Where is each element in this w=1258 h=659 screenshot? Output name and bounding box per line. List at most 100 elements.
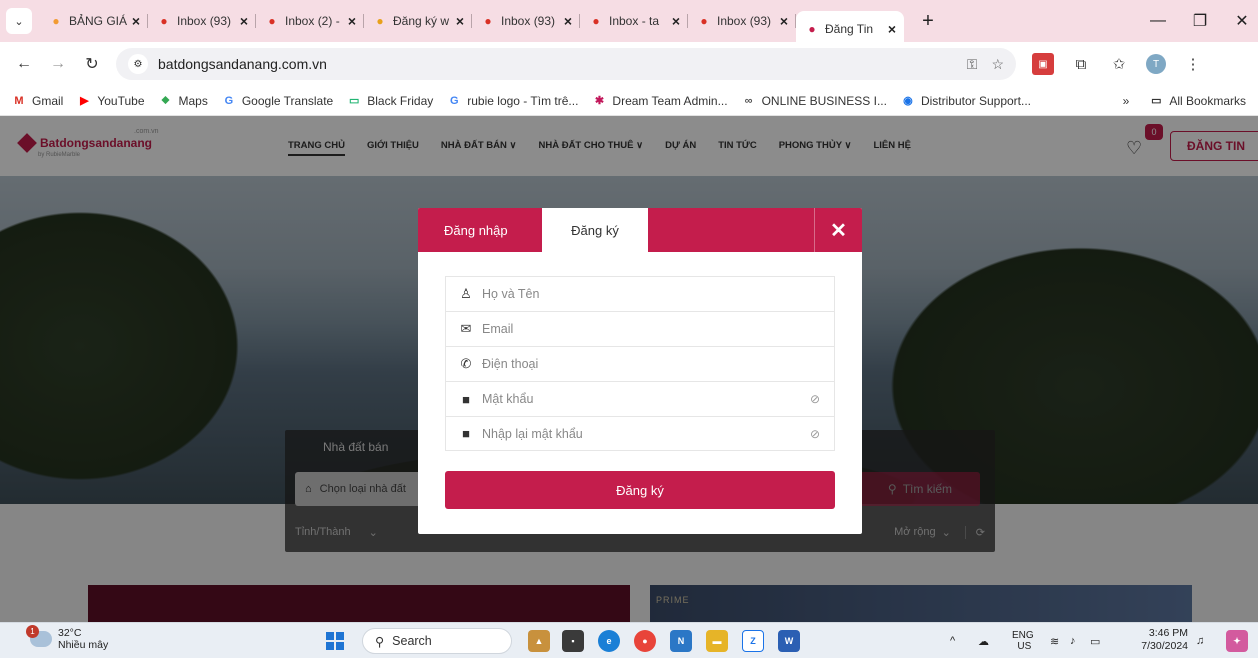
bookmark-item[interactable]: ✱ Dream Team Admin...	[592, 93, 728, 108]
close-tab-icon[interactable]: ×	[240, 13, 248, 29]
start-button[interactable]	[326, 632, 344, 650]
game-app-icon[interactable]: ▲	[528, 630, 550, 652]
close-modal-button[interactable]: ✕	[814, 208, 862, 252]
pin-icon: ●	[376, 14, 384, 28]
restore-button[interactable]: ❐	[1180, 0, 1220, 42]
url-text[interactable]: batdongsandanang.com.vn	[158, 56, 953, 72]
tab-register[interactable]: Đăng ký	[542, 208, 648, 252]
browser-tab[interactable]: ● Inbox (93) ×	[688, 5, 796, 37]
eye-slash-icon[interactable]: ⊘	[810, 427, 820, 441]
bookmark-item[interactable]: ▶ YouTube	[77, 94, 144, 108]
gmail-icon: ●	[268, 14, 276, 28]
lock-icon: ■	[462, 426, 470, 441]
language-code: ENG	[1012, 630, 1034, 641]
browser-tab[interactable]: ● Inbox (2) - ×	[256, 5, 364, 37]
bookmark-label: Google Translate	[241, 93, 334, 108]
new-tab-button[interactable]: +	[916, 10, 940, 33]
close-tab-icon[interactable]: ×	[888, 21, 896, 37]
bookmarks-more[interactable]: »	[1123, 94, 1130, 108]
extension-icon[interactable]: ▣	[1032, 53, 1054, 75]
menu-icon[interactable]: ⋮	[1182, 53, 1204, 75]
tab-login[interactable]: Đăng nhập	[444, 208, 508, 252]
tab-title: BẢNG GIÁ	[69, 14, 128, 28]
form-field[interactable]: ✉ Email	[445, 311, 835, 346]
browser-tab[interactable]: ● Inbox (93) ×	[472, 5, 580, 37]
eye-slash-icon[interactable]: ⊘	[810, 392, 820, 406]
bookmarks-icon[interactable]: ✩	[1108, 53, 1130, 75]
tab-strip: ⌄ ● BẢNG GIÁ × ● Inbox (93) × ● Inbox (2) - × ● Đă…	[0, 0, 1258, 47]
chrome-icon[interactable]: ●	[634, 630, 656, 652]
gmail-icon: ●	[484, 14, 492, 28]
extensions-puzzle-icon[interactable]: ⧉	[1070, 53, 1092, 75]
edge-icon[interactable]: e	[598, 630, 620, 652]
browser-tab[interactable]: ● Inbox - ta ×	[580, 5, 688, 37]
language-indicator[interactable]: ENG US	[1012, 623, 1034, 659]
bookmark-item[interactable]: ∞ ONLINE BUSINESS I...	[742, 94, 887, 108]
reload-button[interactable]: ↻	[78, 50, 106, 78]
form-field[interactable]: ✆ Điện thoại	[445, 346, 835, 381]
close-tab-icon[interactable]: ×	[132, 13, 140, 29]
file-explorer-icon[interactable]: ▬	[706, 630, 728, 652]
close-tab-icon[interactable]: ×	[780, 13, 788, 29]
all-bookmarks[interactable]: ▭ All Bookmarks	[1149, 94, 1246, 108]
close-window-button[interactable]: ✕	[1222, 0, 1258, 42]
zalo-icon[interactable]: Z	[742, 630, 764, 652]
bookmark-label: Dream Team Admin...	[612, 93, 728, 108]
onedrive-icon[interactable]: ☁	[978, 623, 989, 659]
gmail-icon: ●	[700, 14, 708, 28]
taskbar-search[interactable]: ⚲ Search	[362, 628, 512, 654]
form-field[interactable]: ♙ Họ và Tên	[445, 276, 835, 311]
weather-desc: Nhiều mây	[58, 639, 109, 651]
taskbar-search-label: Search	[392, 634, 432, 648]
tab-title: Đăng Tin	[825, 22, 874, 36]
volume-icon[interactable]: ♪	[1070, 623, 1076, 659]
lock-icon: ■	[462, 391, 470, 407]
word-icon[interactable]: W	[778, 630, 800, 652]
globe-icon: ◉	[903, 95, 913, 107]
forward-button[interactable]: →	[44, 50, 72, 78]
browser-tab[interactable]: ● Đăng ký w ×	[364, 5, 472, 37]
bookmark-label: ONLINE BUSINESS I...	[761, 93, 887, 108]
tab-search-button[interactable]: ⌄	[6, 8, 32, 34]
bookmark-star-icon[interactable]: ☆	[991, 56, 1004, 73]
form-field[interactable]: ■ Nhập lại mật khẩu ⊘	[445, 416, 835, 451]
address-bar[interactable]: ⚙ batdongsandanang.com.vn ⚿ ☆	[116, 48, 1016, 80]
notification-bell-icon[interactable]: ♫	[1196, 623, 1204, 659]
close-tab-icon[interactable]: ×	[456, 13, 464, 29]
bookmark-item[interactable]: M Gmail	[12, 94, 63, 108]
bookmark-label: Gmail	[32, 93, 64, 108]
field-placeholder: Nhập lại mật khẩu	[482, 426, 583, 441]
bookmark-item[interactable]: G Google Translate	[222, 93, 334, 108]
browser-tab[interactable]: ● BẢNG GIÁ ×	[40, 5, 148, 37]
browser-tab[interactable]: ● Inbox (93) ×	[148, 5, 256, 37]
profile-avatar[interactable]: T	[1146, 54, 1166, 74]
form-field[interactable]: ■ Mật khẩu ⊘	[445, 381, 835, 416]
app-icon[interactable]: ▪	[562, 630, 584, 652]
bookmark-item[interactable]: Grubie logo - Tìm trê...	[447, 94, 578, 108]
bookmark-label: YouTube	[97, 93, 145, 108]
tray-chevron-icon[interactable]: ^	[950, 623, 955, 659]
close-tab-icon[interactable]: ×	[672, 13, 680, 29]
site-info-icon[interactable]: ⚙	[128, 54, 148, 74]
clock[interactable]: 3:46 PM 7/30/2024	[1130, 627, 1188, 653]
copilot-icon[interactable]: ✦	[1226, 630, 1248, 652]
battery-icon[interactable]: ▭	[1090, 623, 1100, 659]
bookmark-item[interactable]: ⬥ Maps	[159, 94, 208, 108]
minimize-button[interactable]: —	[1138, 0, 1178, 42]
clock-date: 7/30/2024	[1141, 640, 1188, 652]
close-tab-icon[interactable]: ×	[348, 13, 356, 29]
back-button[interactable]: ←	[10, 50, 38, 78]
bookmark-label: Distributor Support...	[920, 93, 1031, 108]
password-key-icon[interactable]: ⚿	[967, 56, 978, 73]
weather-temp: 32°C	[58, 627, 82, 639]
news-app-icon[interactable]: N	[670, 630, 692, 652]
weather-widget[interactable]: 1 32°C Nhiều mây	[26, 625, 109, 651]
wifi-icon[interactable]: ≋	[1050, 623, 1059, 659]
bookmark-item[interactable]: ▭ Black Friday	[347, 94, 433, 108]
translate-icon: G	[224, 94, 234, 107]
register-submit-button[interactable]: Đăng ký	[445, 471, 835, 509]
bookmark-item[interactable]: ◉ Distributor Support...	[901, 94, 1031, 108]
gmail-icon: M	[14, 94, 24, 107]
toolbar: ← → ↻ ⚙ batdongsandanang.com.vn ⚿ ☆ ▣ ⧉ …	[0, 42, 1258, 86]
close-tab-icon[interactable]: ×	[564, 13, 572, 29]
